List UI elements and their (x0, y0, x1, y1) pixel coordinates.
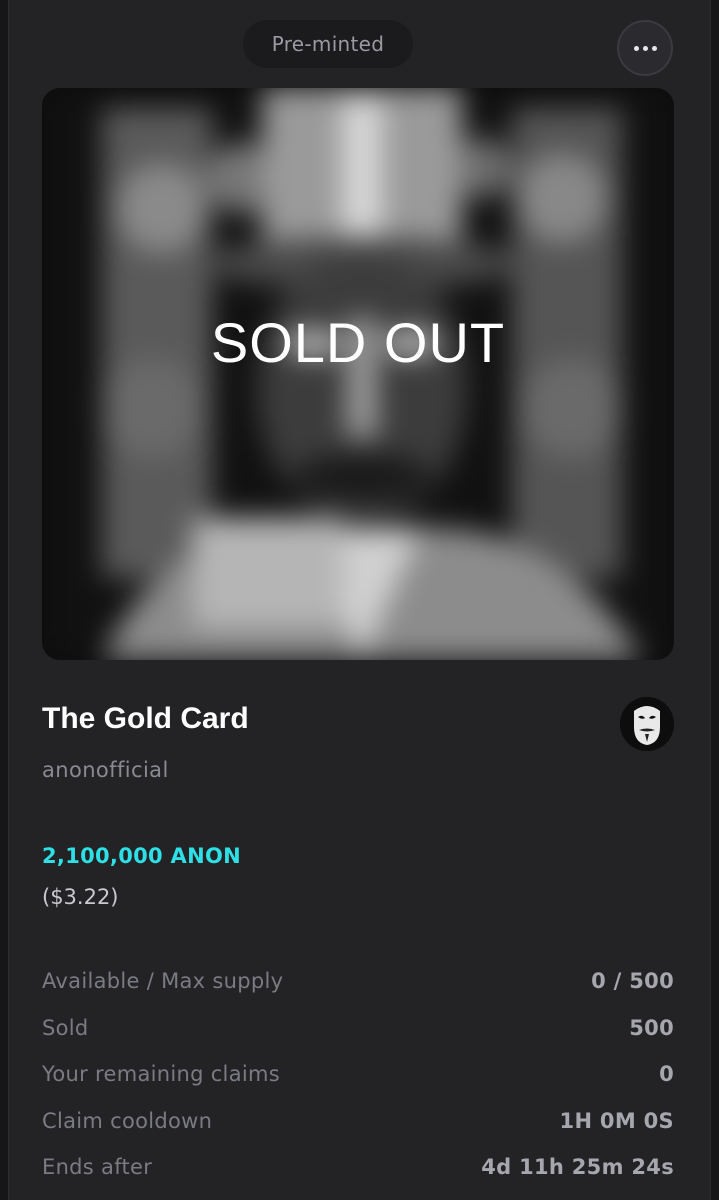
stat-value: 1H 0M 0S (559, 1108, 674, 1133)
nft-title: The Gold Card (42, 702, 249, 735)
stat-value: 4d 11h 25m 24s (481, 1155, 674, 1180)
stat-row-supply: Available / Max supply 0 / 500 (42, 958, 674, 1005)
stat-label: Available / Max supply (42, 969, 284, 994)
more-horizontal-icon (632, 45, 659, 51)
stat-value: 0 (659, 1062, 674, 1087)
token-price: 2,100,000 ANON (42, 844, 242, 868)
sold-out-overlay: SOLD OUT (210, 311, 506, 374)
stat-label: Sold (42, 1015, 89, 1040)
nft-drop-card: Pre-minted SOLD OUT The Gold Card anonof… (8, 0, 711, 1200)
status-badge: Pre-minted (243, 20, 413, 68)
stat-label: Your remaining claims (42, 1062, 280, 1087)
stat-row-ends-after: Ends after 4d 11h 25m 24s (42, 1144, 674, 1191)
stat-value: 0 / 500 (591, 969, 674, 994)
stat-row-remaining-claims: Your remaining claims 0 (42, 1051, 674, 1098)
stat-label: Claim cooldown (42, 1108, 213, 1133)
nft-artwork[interactable]: SOLD OUT (42, 88, 674, 660)
drop-stats-list: Available / Max supply 0 / 500 Sold 500 … (42, 958, 674, 1191)
stat-row-claim-cooldown: Claim cooldown 1H 0M 0S (42, 1098, 674, 1145)
guy-fawkes-mask-avatar-icon (620, 697, 674, 751)
more-options-button[interactable] (617, 20, 673, 76)
usd-price: ($3.22) (42, 885, 119, 909)
creator-name-link[interactable]: anonofficial (42, 758, 169, 782)
stat-label: Ends after (42, 1155, 153, 1180)
stat-row-sold: Sold 500 (42, 1005, 674, 1052)
creator-avatar[interactable] (620, 697, 674, 751)
stat-value: 500 (629, 1015, 674, 1040)
